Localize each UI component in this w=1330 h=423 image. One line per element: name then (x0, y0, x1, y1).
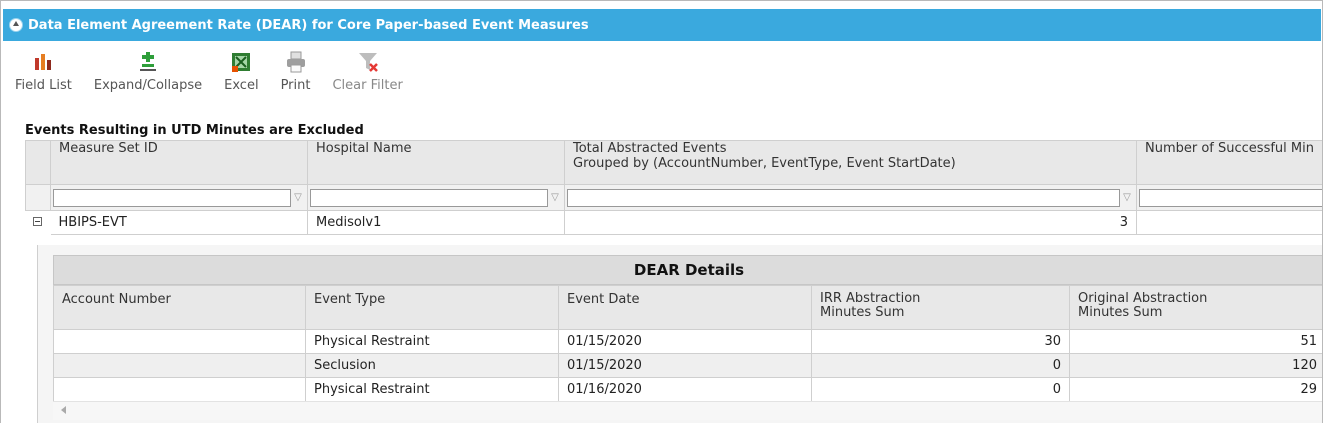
table-row: HBIPS-EVT Medisolv1 3 (26, 210, 1322, 235)
cell-event-type: Physical Restraint (305, 329, 559, 354)
expand-collapse-icon (140, 52, 156, 71)
cell-successful (1136, 210, 1322, 235)
cell-event-date: 01/15/2020 (558, 353, 812, 378)
filter-funnel-icon[interactable]: ▽ (291, 189, 305, 207)
cell-account-number (53, 353, 306, 378)
cell-irr-minutes: 0 (811, 353, 1070, 378)
grid-caption: Events Resulting in UTD Minutes are Excl… (25, 123, 364, 138)
cell-event-date: 01/15/2020 (558, 329, 812, 354)
column-header-original-minutes[interactable]: Original Abstraction Minutes Sum (1069, 285, 1322, 330)
cell-hospital-name: Medisolv1 (307, 210, 565, 235)
expand-collapse-label: Expand/Collapse (93, 78, 203, 93)
field-list-label: Field List (15, 78, 72, 93)
cell-account-number (53, 377, 306, 402)
column-header-event-type[interactable]: Event Type (305, 285, 559, 330)
print-label: Print (280, 78, 311, 93)
cell-event-date: 01/16/2020 (558, 377, 812, 402)
collapse-row-icon[interactable] (32, 217, 42, 227)
panel-header[interactable]: Data Element Agreement Rate (DEAR) for C… (3, 9, 1321, 41)
filter-cell-successful (1136, 184, 1322, 211)
filter-spacer (25, 184, 51, 211)
field-list-icon (35, 54, 52, 70)
report-frame: Data Element Agreement Rate (DEAR) for C… (0, 0, 1323, 423)
filter-cell-hospital-name: ▽ (307, 184, 565, 211)
cell-original-minutes: 29 (1069, 377, 1322, 402)
filter-input-hospital-name[interactable] (310, 188, 548, 207)
print-icon (286, 51, 305, 73)
detail-grid: Account Number Event Type Event Date IRR… (53, 285, 1322, 402)
panel-title: Data Element Agreement Rate (DEAR) for C… (28, 17, 589, 33)
clear-filter-icon (358, 53, 378, 72)
filter-funnel-icon[interactable]: ▽ (1120, 189, 1134, 207)
scroll-left-icon[interactable] (61, 406, 66, 414)
main-grid: Measure Set ID Hospital Name Total Abstr… (25, 140, 1322, 235)
cell-total-events: 3 (564, 210, 1137, 235)
filter-cell-total-events: ▽ (564, 184, 1137, 211)
filter-input-measure-set-id[interactable] (53, 188, 291, 207)
cell-event-type: Physical Restraint (305, 377, 559, 402)
filter-funnel-icon[interactable]: ▽ (548, 189, 562, 207)
excel-icon (232, 53, 251, 72)
column-header-measure-set-id[interactable]: Measure Set ID (50, 140, 308, 185)
clear-filter-label: Clear Filter (332, 78, 403, 93)
expand-collapse-button[interactable]: Expand/Collapse (94, 50, 202, 102)
column-header-hospital-name[interactable]: Hospital Name (307, 140, 565, 185)
cell-measure-set-id: HBIPS-EVT (50, 210, 308, 235)
cell-event-type: Seclusion (305, 353, 559, 378)
table-row: Physical Restraint 01/16/2020 0 29 (53, 377, 1322, 402)
filter-input-successful[interactable] (1139, 188, 1322, 207)
toolbar: Field List Expand/Collapse Excel Print C… (15, 50, 425, 102)
field-list-button[interactable]: Field List (15, 50, 72, 102)
excel-label: Excel (224, 78, 259, 93)
table-row: Seclusion 01/15/2020 0 120 (53, 353, 1322, 378)
expander-header (25, 140, 51, 185)
table-row: Physical Restraint 01/15/2020 30 51 (53, 329, 1322, 354)
expand-toggle[interactable] (26, 211, 51, 235)
column-header-successful[interactable]: Number of Successful Min (1136, 140, 1322, 185)
print-button[interactable]: Print (280, 50, 311, 102)
filter-input-total-events[interactable] (567, 188, 1120, 207)
cell-irr-minutes: 30 (811, 329, 1070, 354)
clear-filter-button[interactable]: Clear Filter (332, 50, 403, 102)
detail-title: DEAR Details (53, 255, 1322, 285)
column-header-event-date[interactable]: Event Date (558, 285, 812, 330)
filter-cell-measure-set-id: ▽ (50, 184, 308, 211)
cell-account-number (53, 329, 306, 354)
collapse-panel-icon[interactable] (9, 18, 23, 32)
cell-irr-minutes: 0 (811, 377, 1070, 402)
horizontal-scrollbar[interactable] (53, 401, 1322, 420)
cell-original-minutes: 51 (1069, 329, 1322, 354)
column-header-account-number[interactable]: Account Number (53, 285, 306, 330)
excel-button[interactable]: Excel (224, 50, 259, 102)
cell-original-minutes: 120 (1069, 353, 1322, 378)
column-header-irr-minutes[interactable]: IRR Abstraction Minutes Sum (811, 285, 1070, 330)
column-header-total-events[interactable]: Total Abstracted Events Grouped by (Acco… (564, 140, 1137, 185)
